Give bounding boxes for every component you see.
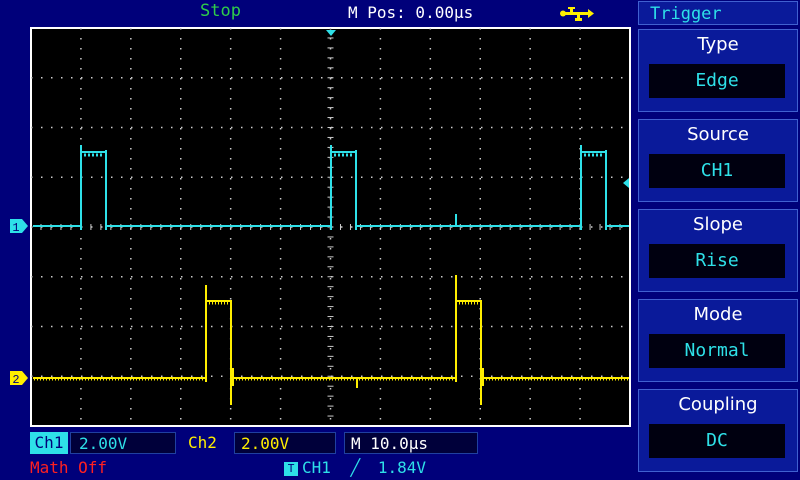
- menu-item-value: DC: [649, 424, 785, 458]
- menu-item-label: Type: [697, 34, 739, 55]
- waveform-display: 1 2: [10, 27, 631, 427]
- ch1-ground-marker: 1: [10, 219, 28, 235]
- ch2-marker-label: 2: [12, 373, 19, 387]
- ch1-scale: 2.00V: [70, 432, 176, 454]
- math-status: Math Off: [30, 458, 108, 477]
- ch2-scale: 2.00V: [234, 432, 336, 454]
- menu-item-type[interactable]: Type Edge: [638, 29, 798, 112]
- menu-item-value: CH1: [649, 154, 785, 188]
- menu-item-value: Edge: [649, 64, 785, 98]
- menu-item-source[interactable]: Source CH1: [638, 119, 798, 202]
- menu-item-label: Source: [687, 124, 749, 145]
- trigger-level: 1.84V: [377, 458, 426, 477]
- ch1-label: Ch1: [30, 432, 68, 454]
- trigger-info: T CH1 ╱ 1.84V: [284, 458, 426, 477]
- trigger-slope-icon: ╱: [350, 458, 361, 477]
- menu-item-slope[interactable]: Slope Rise: [638, 209, 798, 292]
- ch2-ground-marker: 2: [10, 371, 28, 387]
- trigger-icon: T: [284, 462, 298, 476]
- menu-item-label: Mode: [693, 304, 743, 325]
- timebase: M 10.0μs: [344, 432, 478, 454]
- menu-item-coupling[interactable]: Coupling DC: [638, 389, 798, 472]
- menu-item-label: Slope: [693, 214, 743, 235]
- menu-item-value: Rise: [649, 244, 785, 278]
- trigger-source: CH1: [302, 458, 331, 477]
- ch1-marker-label: 1: [12, 221, 19, 235]
- menu-title: Trigger: [638, 1, 798, 25]
- menu-item-label: Coupling: [678, 394, 758, 415]
- ch2-label: Ch2: [188, 433, 217, 452]
- menu-item-value: Normal: [649, 334, 785, 368]
- menu-item-mode[interactable]: Mode Normal: [638, 299, 798, 382]
